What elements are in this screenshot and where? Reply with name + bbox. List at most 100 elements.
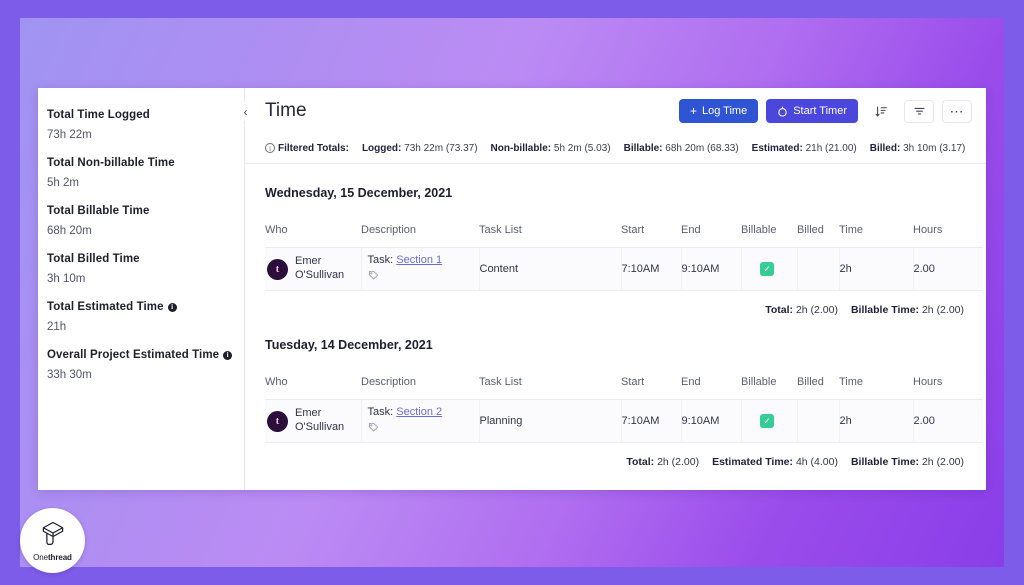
tag-icon[interactable]	[368, 422, 475, 437]
column-header-billable[interactable]: Billable	[741, 224, 797, 248]
table-row[interactable]: t Emer O'Sullivan Task: Section 1 Content 7:1…	[265, 247, 983, 291]
cell-who: t Emer O'Sullivan	[265, 399, 362, 443]
cell-billable: ✓	[741, 247, 798, 291]
day-total-key: Estimated Time:	[712, 456, 794, 468]
onethread-cube-icon	[39, 519, 67, 552]
log-time-button[interactable]: + Log Time	[678, 99, 759, 123]
description-prefix: Task:	[367, 254, 394, 267]
column-header-end[interactable]: End	[681, 376, 741, 400]
start-timer-button[interactable]: Start Timer	[766, 99, 858, 123]
column-header-time[interactable]: Time	[839, 376, 913, 400]
sidebar-stat-label: Overall Project Estimated Time i	[47, 348, 244, 363]
info-icon[interactable]: i	[167, 302, 177, 312]
column-header-start[interactable]: Start	[621, 224, 681, 248]
sidebar-stat-value: 21h	[47, 320, 67, 333]
day-total-value: 2h (2.00)	[921, 304, 964, 316]
day-group-date: Tuesday, 14 December, 2021	[265, 338, 433, 352]
day-group: Tuesday, 14 December, 2021 Who Description…	[265, 316, 983, 468]
description-prefix: Task:	[367, 406, 394, 419]
filtered-total-item: Estimated: 21h (21.00)	[752, 143, 857, 154]
page-header: Time + Log Time Start Timer ⋯	[245, 88, 986, 134]
sidebar-stat-value: 68h 20m	[47, 224, 92, 237]
table-row[interactable]: t Emer O'Sullivan Task: Section 2 Planning 7:…	[265, 399, 983, 443]
sidebar-stat-2: Total Billable Time 68h 20m	[47, 204, 244, 237]
day-total-key: Billable Time:	[850, 304, 920, 316]
sidebar-stat-label: Total Billed Time	[47, 252, 140, 265]
column-header-hours[interactable]: Hours	[913, 376, 983, 400]
sidebar-stat-0: Total Time Logged 73h 22m	[47, 108, 244, 141]
onethread-logo-badge: Onethread	[20, 508, 85, 573]
sidebar-stat-label: Total Time Logged	[47, 109, 150, 121]
filtered-total-item: Logged: 73h 22m (73.37)	[362, 143, 478, 154]
info-icon: i	[265, 143, 275, 153]
sidebar-stat-label: Total Estimated Time i	[47, 300, 244, 315]
day-total-item: Total: 2h (2.00)	[765, 304, 838, 316]
filtered-totals-title: Filtered Totals:	[278, 143, 349, 154]
billable-checkbox[interactable]: ✓	[760, 414, 774, 428]
filtered-total-item: Non-billable: 5h 2m (5.03)	[491, 143, 611, 154]
day-total-key: Total:	[765, 304, 794, 316]
time-entries-scroll-area[interactable]: Wednesday, 15 December, 2021 Who Descripti…	[245, 164, 986, 490]
day-total-value: 2h (2.00)	[657, 456, 700, 468]
day-total-value: 2h (2.00)	[795, 304, 838, 316]
column-header-hours[interactable]: Hours	[913, 224, 983, 248]
info-icon[interactable]: i	[223, 350, 233, 360]
more-horizontal-icon: ⋯	[949, 103, 965, 119]
time-entries-table: Who Description Task List Start End Billable B…	[265, 224, 983, 291]
cell-task-list: Content	[479, 247, 622, 291]
sidebar-stat-5: Overall Project Estimated Time i 33h 30m	[47, 348, 244, 381]
filter-icon	[913, 105, 926, 118]
day-group-totals: Total: 2h (2.00) Billable Time: 2h (2.00)	[265, 291, 966, 316]
filtered-total-value: 3h 10m (3.17)	[903, 143, 966, 154]
column-header-start[interactable]: Start	[621, 376, 681, 400]
column-header-time[interactable]: Time	[839, 224, 913, 248]
who-name: Emer O'Sullivan	[295, 255, 345, 281]
filtered-total-item: Billed: 3h 10m (3.17)	[870, 143, 966, 154]
day-total-item: Estimated Time: 4h (4.00)	[712, 456, 838, 468]
column-header-task-list[interactable]: Task List	[479, 376, 621, 400]
day-total-value: 2h (2.00)	[921, 456, 964, 468]
filtered-total-key: Estimated:	[751, 143, 803, 154]
table-header-row: Who Description Task List Start End Billable B…	[265, 224, 983, 248]
filtered-total-key: Non-billable:	[490, 143, 552, 154]
column-header-billable[interactable]: Billable	[741, 376, 797, 400]
filtered-total-value: 68h 20m (68.33)	[665, 143, 739, 154]
plus-icon: +	[689, 104, 697, 118]
sidebar-stat-1: Total Non-billable Time 5h 2m	[47, 156, 244, 189]
cell-start: 7:10AM	[621, 399, 682, 443]
chevron-left-icon: ‹	[243, 104, 248, 119]
day-total-item: Billable Time: 2h (2.00)	[851, 456, 964, 468]
sidebar-collapse-button[interactable]: ‹	[236, 102, 255, 121]
avatar[interactable]: t	[267, 258, 288, 280]
page-title: Time	[265, 100, 307, 121]
app-card: Total Time Logged 73h 22m Total Non-billab…	[38, 88, 986, 490]
sidebar-stat-4: Total Estimated Time i 21h	[47, 300, 244, 333]
more-options-button[interactable]: ⋯	[942, 99, 972, 123]
cell-description: Task: Section 1	[361, 247, 480, 291]
time-entries-table: Who Description Task List Start End Billable B…	[265, 376, 983, 443]
column-header-billed[interactable]: Billed	[797, 224, 839, 248]
sidebar-stat-label: Total Non-billable Time	[47, 156, 175, 169]
tag-icon[interactable]	[368, 270, 475, 285]
column-header-description[interactable]: Description	[361, 224, 479, 248]
sidebar-stat-value: 5h 2m	[47, 176, 79, 189]
column-header-who[interactable]: Who	[265, 224, 361, 248]
cell-hours: 2.00	[913, 399, 983, 443]
cell-end: 9:10AM	[681, 399, 742, 443]
description-task-link[interactable]: Section 2	[396, 406, 442, 418]
column-header-task-list[interactable]: Task List	[479, 224, 621, 248]
column-header-end[interactable]: End	[681, 224, 741, 248]
sidebar-stat-label: Total Billable Time	[47, 204, 150, 217]
cell-description: Task: Section 2	[361, 399, 480, 443]
filter-button[interactable]	[904, 99, 934, 123]
column-header-who[interactable]: Who	[265, 376, 361, 400]
avatar[interactable]: t	[267, 410, 288, 432]
column-header-billed[interactable]: Billed	[797, 376, 839, 400]
day-group-totals: Total: 2h (2.00) Estimated Time: 4h (4.00…	[265, 443, 966, 468]
day-total-item: Total: 2h (2.00)	[626, 456, 699, 468]
billable-checkbox[interactable]: ✓	[760, 262, 774, 276]
column-header-description[interactable]: Description	[361, 376, 479, 400]
description-task-link[interactable]: Section 1	[396, 254, 442, 266]
sort-button[interactable]	[866, 99, 896, 123]
onethread-wordmark: Onethread	[33, 553, 72, 562]
